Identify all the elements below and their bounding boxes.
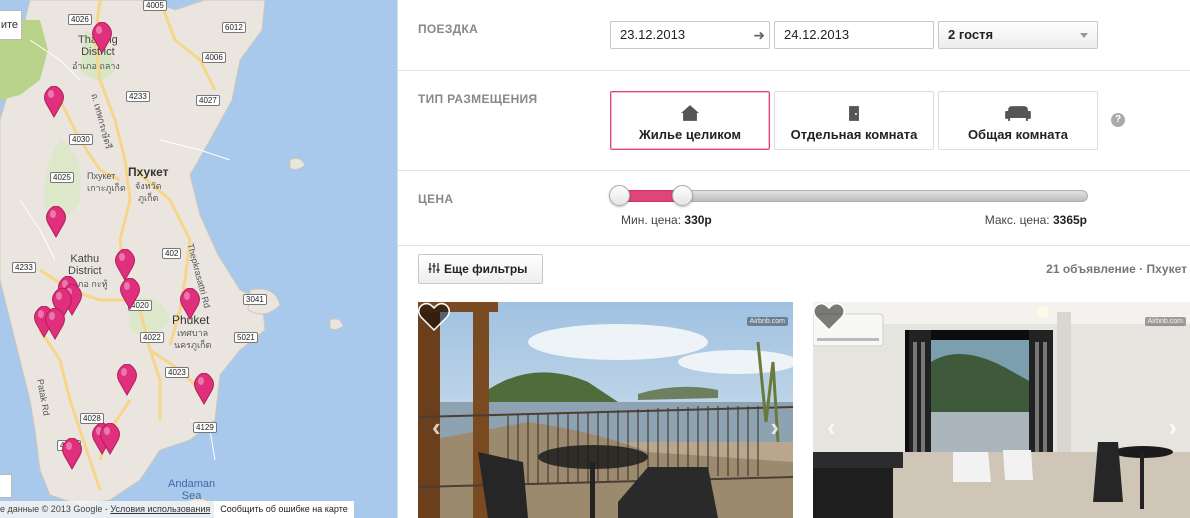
chevron-right-icon[interactable]: › <box>770 412 779 443</box>
road-shield: 4233 <box>12 262 36 273</box>
results-count: 21 объявление · Пхукет <box>1046 262 1187 276</box>
map-label-thalang-thai: อำเภอ ถลาง <box>72 61 120 71</box>
room-type-label-text: Жилье целиком <box>638 127 742 142</box>
listing-photo <box>418 302 793 518</box>
max-price: Макс. цена: 3365р <box>984 213 1087 227</box>
listing-photo <box>813 302 1190 518</box>
map-pin-icon[interactable] <box>116 364 138 396</box>
photo-watermark: Airbnb.com <box>746 317 788 326</box>
listing-card[interactable]: Airbnb.com ‹ › <box>813 302 1190 518</box>
map-pin-icon[interactable] <box>44 308 66 340</box>
map-pin-icon[interactable] <box>61 438 83 470</box>
room-type-shared-room[interactable]: Общая комната <box>938 91 1098 150</box>
chevron-right-icon[interactable]: › <box>1168 412 1177 443</box>
road-shield: 3041 <box>243 294 267 305</box>
map-terms-link[interactable]: Условия использования <box>110 504 210 514</box>
arrow-right-icon: ➜ <box>753 27 765 43</box>
road-shield: 4006 <box>202 52 226 63</box>
map-report-link[interactable]: Сообщить об ошибке на карте <box>214 501 354 518</box>
map-attribution: е данные © 2013 Google - Условия использ… <box>0 501 215 518</box>
photo-watermark: Airbnb.com <box>1144 317 1186 326</box>
road-shield: 5021 <box>234 332 258 343</box>
map-label-phuket-small: Пхукет <box>87 171 116 181</box>
min-price: Мин. цена: 330р <box>621 213 712 227</box>
map-pin-icon[interactable] <box>179 288 201 320</box>
listing-card[interactable]: Airbnb.com ‹ › <box>418 302 793 518</box>
door-icon <box>849 106 859 121</box>
chevron-down-icon <box>1080 33 1088 38</box>
map-label-andaman: Andaman Sea <box>168 478 216 502</box>
house-icon <box>681 105 699 121</box>
road-shield: 4022 <box>140 332 164 343</box>
help-icon[interactable]: ? <box>1111 113 1125 127</box>
road-shield: 6012 <box>222 22 246 33</box>
road-shield: 4025 <box>50 172 74 183</box>
heart-icon[interactable] <box>418 302 450 332</box>
map[interactable]: Thalang District อำเภอ ถลาง Пхукет Пхуке… <box>0 0 397 518</box>
map-label-phuket-town-thai: เทศบาล นครภูเก็ต <box>174 328 212 350</box>
road-shield: 4023 <box>165 367 189 378</box>
map-label-phuket-cyr: Пхукет <box>128 165 169 179</box>
room-type-private-room[interactable]: Отдельная комната <box>774 91 934 150</box>
price-slider-max-handle[interactable] <box>671 185 693 206</box>
couch-icon <box>1005 106 1031 121</box>
room-type-label: ТИП РАЗМЕЩЕНИЯ <box>418 92 538 106</box>
road-shield: 4026 <box>68 14 92 25</box>
map-pin-icon[interactable] <box>193 373 215 405</box>
map-label-phuket-thai: เกาะภูเก็ต <box>87 183 126 193</box>
map-pin-icon[interactable] <box>114 249 136 281</box>
heart-icon[interactable] <box>813 302 845 332</box>
map-label-kathu: Kathu District <box>68 253 102 277</box>
road-shield: 4129 <box>193 422 217 433</box>
map-zoom-control[interactable] <box>0 474 12 498</box>
map-pin-icon[interactable] <box>99 423 121 455</box>
road-shield: 4030 <box>69 134 93 145</box>
trip-row: ПОЕЗДКА 23.12.2013 ➜ 24.12.2013 2 гостя <box>398 0 1190 71</box>
trip-label: ПОЕЗДКА <box>418 22 479 36</box>
checkout-input[interactable]: 24.12.2013 <box>774 21 934 49</box>
price-slider-min-handle[interactable] <box>609 185 630 206</box>
map-footer: е данные © 2013 Google - Условия использ… <box>0 501 397 518</box>
chevron-left-icon[interactable]: ‹ <box>432 412 441 443</box>
map-pin-icon[interactable] <box>45 206 67 238</box>
price-label: ЦЕНА <box>418 192 454 206</box>
map-pin-icon[interactable] <box>119 278 141 310</box>
room-type-label-text: Общая комната <box>967 127 1069 142</box>
road-shield: 4005 <box>143 0 167 11</box>
search-filters-panel: ПОЕЗДКА 23.12.2013 ➜ 24.12.2013 2 гостя … <box>397 0 1190 518</box>
price-row: ЦЕНА <box>398 171 1190 246</box>
room-type-label-text: Отдельная комната <box>790 127 918 142</box>
map-side-button[interactable]: ите <box>0 10 22 40</box>
room-type-entire-home[interactable]: Жилье целиком <box>610 91 770 150</box>
guests-select[interactable]: 2 гостя <box>938 21 1098 49</box>
sliders-icon <box>428 263 440 273</box>
map-pin-icon[interactable] <box>43 86 65 118</box>
map-pin-icon[interactable] <box>91 22 113 54</box>
road-shield: 4027 <box>196 95 220 106</box>
chevron-left-icon[interactable]: ‹ <box>827 412 836 443</box>
checkin-input[interactable]: 23.12.2013 ➜ <box>610 21 770 49</box>
map-label-changwat-thai: จังหวัด ภูเก็ต <box>135 181 162 203</box>
road-shield: 402 <box>162 248 182 259</box>
road-shield: 4233 <box>126 91 150 102</box>
more-filters-button[interactable]: Еще фильтры <box>418 254 543 284</box>
